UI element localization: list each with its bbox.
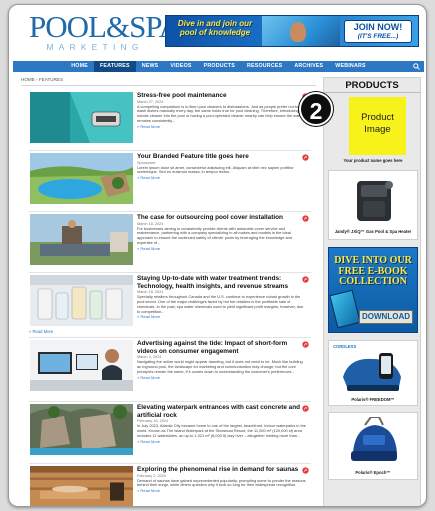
article-excerpt: Lorem ipsum dolor sit amet, consectetur … xyxy=(137,164,294,175)
download-button[interactable]: DOWNLOAD xyxy=(359,310,413,324)
article-excerpt: For businesses aiming to consistently pr… xyxy=(137,225,292,245)
divider xyxy=(29,150,311,151)
share-icon[interactable] xyxy=(302,341,309,348)
nav-item-resources[interactable]: RESOURCES xyxy=(241,61,288,72)
read-more-link[interactable]: » Read More xyxy=(137,375,307,380)
article-item[interactable]: The case for outsourcing pool cover inst… xyxy=(21,214,313,270)
article-excerpt: Demand of saunas have gained unprecedent… xyxy=(137,477,306,488)
nav-item-videos[interactable]: VIDEOS xyxy=(164,61,197,72)
article-thumbnail[interactable] xyxy=(30,404,133,455)
product-caption[interactable]: Polaris® FREEDOM™ xyxy=(329,397,417,402)
placeholder-label-line1: Product xyxy=(361,112,394,123)
breadcrumb: HOME › FEATURES xyxy=(21,77,316,86)
product-card[interactable]: Jandy® JXiQ™ Gas Pool & Spa Heater xyxy=(328,170,418,240)
article-item[interactable]: Elevating waterpark entrances with cast … xyxy=(21,404,313,460)
article-title[interactable]: Staying Up-to-date with water treatment … xyxy=(137,275,307,290)
divider xyxy=(29,337,311,338)
products-sidebar: PRODUCTS Product Image Your product name… xyxy=(323,77,421,506)
share-icon[interactable] xyxy=(302,154,309,161)
product-card[interactable]: CORDLESS Polaris® FREEDOM™ xyxy=(328,340,418,406)
ebook-title: DIVE INTO OUR FREE E-BOOK COLLECTION xyxy=(334,255,412,287)
nav-item-products[interactable]: PRODUCTS xyxy=(198,61,241,72)
nav-item-features[interactable]: FEATURES xyxy=(93,61,136,72)
site-header: POOL&SPA MARKETING Dive in and join our … xyxy=(9,5,426,57)
share-icon[interactable] xyxy=(302,405,309,412)
product-caption[interactable]: Your product name goes here xyxy=(326,158,420,163)
article-thumbnail[interactable] xyxy=(30,275,133,326)
ebook-ad-banner[interactable]: DIVE INTO OUR FREE E-BOOK COLLECTION DOW… xyxy=(328,247,418,333)
article-item[interactable]: Stress-free pool maintenance March 27, 2… xyxy=(21,92,313,148)
article-item[interactable]: Exploring the phenomenal rise in demand … xyxy=(21,466,313,507)
search-icon[interactable] xyxy=(413,63,420,70)
article-item[interactable]: Advertising against the tide: Impact of … xyxy=(21,340,313,396)
article-thumbnail[interactable] xyxy=(30,153,133,204)
site-logo[interactable]: POOL&SPA MARKETING xyxy=(29,9,181,53)
nav-item-webinars[interactable]: WEBINARS xyxy=(329,61,371,72)
nav-item-home[interactable]: HOME xyxy=(65,61,94,72)
article-excerpt: Navigating the online world might appear… xyxy=(137,359,303,374)
read-more-link[interactable]: » Read More xyxy=(137,314,307,319)
article-title[interactable]: Advertising against the tide: Impact of … xyxy=(137,340,307,355)
header-ad-banner[interactable]: Dive in and join our pool of knowledge J… xyxy=(165,15,419,47)
read-more-all-link[interactable]: » Read More xyxy=(29,329,53,334)
product-caption[interactable]: Jandy® JXiQ™ Gas Pool & Spa Heater xyxy=(329,229,417,234)
divider xyxy=(29,272,311,273)
read-more-link[interactable]: » Read More xyxy=(137,124,307,129)
sidebar-heading: PRODUCTS xyxy=(324,80,420,93)
share-icon[interactable] xyxy=(302,467,309,474)
read-more-link[interactable]: » Read More xyxy=(137,439,307,444)
article-title[interactable]: Your Branded Feature title goes here xyxy=(137,153,307,161)
read-more-link[interactable]: » Read More xyxy=(137,246,307,251)
article-item[interactable]: Staying Up-to-date with water treatment … xyxy=(21,275,313,331)
product-caption[interactable]: Polaris® Epoch™ xyxy=(329,470,417,475)
article-excerpt: In July 2023, Atlantic City became home … xyxy=(137,423,306,438)
banner-text: Dive in and join our pool of knowledge xyxy=(177,19,253,37)
join-now-label: JOIN NOW! xyxy=(353,22,403,32)
article-title[interactable]: Elevating waterpark entrances with cast … xyxy=(137,404,307,419)
article-item[interactable]: Your Branded Feature title goes here Spo… xyxy=(21,153,313,209)
article-title[interactable]: Exploring the phenomenal rise in demand … xyxy=(137,466,307,474)
main-nav: HOME FEATURES NEWS VIDEOS PRODUCTS RESOU… xyxy=(13,61,424,72)
banner-photo xyxy=(262,16,340,46)
logo-main-text: POOL&SPA xyxy=(29,9,181,44)
pool-cleaner-image xyxy=(351,417,397,461)
article-excerpt: Specialty retailers throughout Canada an… xyxy=(137,294,304,314)
logo-sub-text: MARKETING xyxy=(46,42,144,52)
robot-cleaner-image xyxy=(343,353,401,391)
nav-item-news[interactable]: NEWS xyxy=(136,61,165,72)
article-title[interactable]: Stress-free pool maintenance xyxy=(137,92,307,100)
step-number-badge: 2 xyxy=(299,92,333,126)
article-excerpt: A compelling comparison is to liken pool… xyxy=(137,103,303,123)
article-thumbnail[interactable] xyxy=(30,214,133,265)
article-title[interactable]: The case for outsourcing pool cover inst… xyxy=(137,214,307,222)
browser-frame: POOL&SPA MARKETING Dive in and join our … xyxy=(8,4,427,507)
read-more-link[interactable]: » Read More xyxy=(137,175,307,180)
article-thumbnail[interactable] xyxy=(30,466,133,507)
nav-item-archives[interactable]: ARCHIVES xyxy=(288,61,329,72)
article-thumbnail[interactable] xyxy=(30,92,133,143)
ebook-covers-image xyxy=(329,289,361,329)
product-card[interactable]: Polaris® Epoch™ xyxy=(328,412,418,480)
join-now-sublabel: (IT'S FREE...) xyxy=(357,33,399,40)
article-thumbnail[interactable] xyxy=(30,340,133,391)
product-image-placeholder[interactable]: Product Image xyxy=(349,97,406,155)
share-icon[interactable] xyxy=(302,276,309,283)
join-now-button[interactable]: JOIN NOW! (IT'S FREE...) xyxy=(344,20,412,43)
heater-product-image xyxy=(357,181,393,221)
divider xyxy=(29,463,311,464)
feature-list: HOME › FEATURES Stress-free pool mainten… xyxy=(21,77,316,507)
divider xyxy=(29,211,311,212)
divider xyxy=(29,401,311,402)
read-more-link[interactable]: » Read More xyxy=(137,488,307,493)
share-icon[interactable] xyxy=(302,215,309,222)
placeholder-label-line2: Image xyxy=(364,124,391,135)
